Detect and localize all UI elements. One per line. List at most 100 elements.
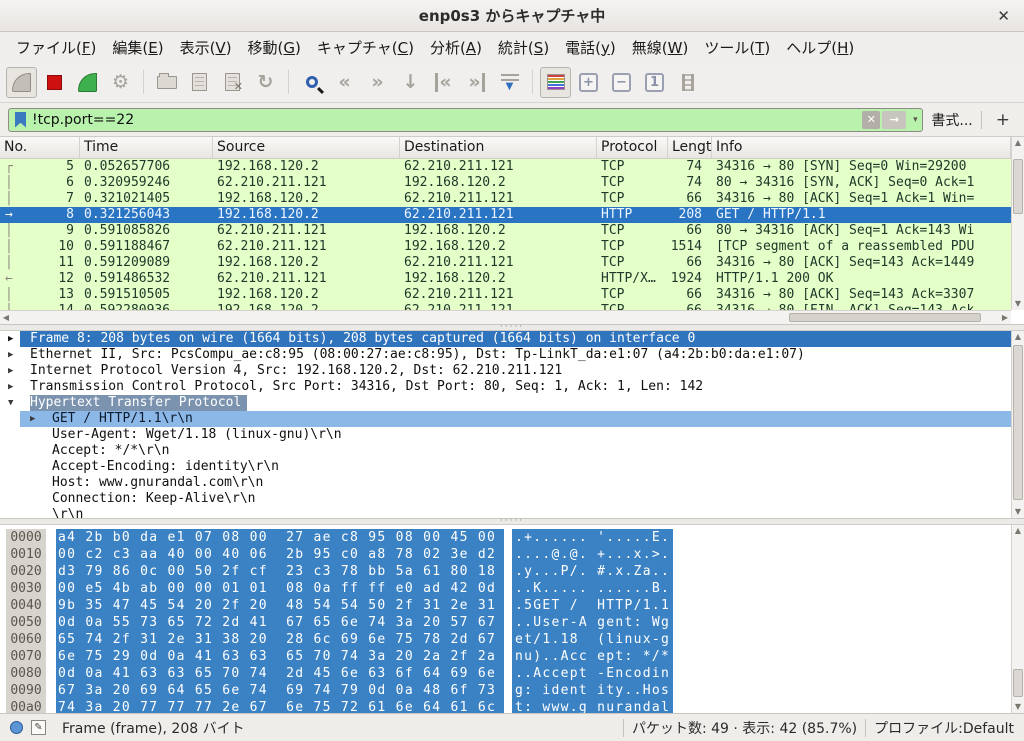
expression-button[interactable]: 書式... xyxy=(931,110,972,130)
scrollbar-thumb[interactable] xyxy=(789,313,981,322)
scroll-left-icon[interactable]: ◀ xyxy=(0,312,12,324)
detail-line[interactable]: Connection: Keep-Alive\r\n xyxy=(0,491,1011,507)
collapsed-arrow-icon[interactable]: ▶ xyxy=(8,331,13,347)
hex-row[interactable]: 009067 3a 20 69 64 65 6e 74 69 74 79 0d … xyxy=(0,682,1011,699)
menu-telephony[interactable]: 電話(y) xyxy=(557,34,624,61)
detail-line[interactable]: ▶Internet Protocol Version 4, Src: 192.1… xyxy=(0,363,1011,379)
hex-row[interactable]: 00800d 0a 41 63 63 65 70 74 2d 45 6e 63 … xyxy=(0,665,1011,682)
capture-comment-icon[interactable]: ✎ xyxy=(31,720,46,735)
find-packet-button[interactable] xyxy=(296,67,327,98)
hex-row[interactable]: 00a074 3a 20 77 77 77 2e 67 6e 75 72 61 … xyxy=(0,699,1011,713)
scroll-down-icon[interactable]: ▼ xyxy=(1012,701,1024,713)
go-to-packet-button[interactable]: ↓ xyxy=(395,67,426,98)
scrollbar-thumb[interactable] xyxy=(1013,345,1023,500)
packet-row[interactable]: 13│0.591510505192.168.120.262.210.211.12… xyxy=(0,287,1011,303)
scroll-down-icon[interactable]: ▼ xyxy=(1012,298,1024,310)
auto-scroll-button[interactable]: ▼ xyxy=(494,67,525,98)
menu-view[interactable]: 表示(V) xyxy=(172,34,240,61)
hex-row[interactable]: 0020d3 79 86 0c 00 50 2f cf 23 c3 78 bb … xyxy=(0,563,1011,580)
details-vertical-scrollbar[interactable]: ▲ ▼ xyxy=(1011,331,1024,518)
menu-go[interactable]: 移動(G) xyxy=(240,34,309,61)
collapsed-arrow-icon[interactable]: ▶ xyxy=(30,411,35,427)
column-header-source[interactable]: Source xyxy=(213,137,400,158)
start-capture-button[interactable] xyxy=(6,67,37,98)
scroll-up-icon[interactable]: ▲ xyxy=(1012,525,1024,537)
zoom-in-button[interactable]: + xyxy=(573,67,604,98)
menu-help[interactable]: ヘルプ(H) xyxy=(778,34,862,61)
detail-line[interactable]: Host: www.gnurandal.com\r\n xyxy=(0,475,1011,491)
menu-tools[interactable]: ツール(T) xyxy=(696,34,778,61)
restart-capture-button[interactable] xyxy=(72,67,103,98)
hex-row[interactable]: 00409b 35 47 45 54 20 2f 20 48 54 54 50 … xyxy=(0,597,1011,614)
column-header-destination[interactable]: Destination xyxy=(400,137,597,158)
packet-row[interactable]: 12←0.59148653262.210.211.121192.168.120.… xyxy=(0,271,1011,287)
collapsed-arrow-icon[interactable]: ▶ xyxy=(8,347,13,363)
detail-line[interactable]: ▶GET / HTTP/1.1\r\n xyxy=(0,411,1011,427)
zoom-100-button[interactable]: 1 xyxy=(639,67,670,98)
resize-columns-button[interactable] xyxy=(672,67,703,98)
scroll-up-icon[interactable]: ▲ xyxy=(1012,331,1024,343)
menu-capture[interactable]: キャプチャ(C) xyxy=(309,34,422,61)
column-header-info[interactable]: Info xyxy=(712,137,1011,158)
zoom-out-button[interactable]: − xyxy=(606,67,637,98)
stop-capture-button[interactable] xyxy=(39,67,70,98)
menu-analyze[interactable]: 分析(A) xyxy=(422,34,490,61)
close-window-icon[interactable]: ✕ xyxy=(997,7,1010,25)
menu-statistics[interactable]: 統計(S) xyxy=(490,34,557,61)
close-file-button[interactable]: ✕ xyxy=(217,67,248,98)
colorize-button[interactable] xyxy=(540,67,571,98)
hex-row[interactable]: 006065 74 2f 31 2e 31 38 20 28 6c 69 6e … xyxy=(0,631,1011,648)
detail-line[interactable]: ▼Hypertext Transfer Protocol xyxy=(0,395,1011,411)
packet-row[interactable]: 9│0.59108582662.210.211.121192.168.120.2… xyxy=(0,223,1011,239)
packet-list-horizontal-scrollbar[interactable]: ◀ ▶ xyxy=(0,310,1011,324)
hex-row[interactable]: 001000 c2 c3 aa 40 00 40 06 2b 95 c0 a8 … xyxy=(0,546,1011,563)
go-back-button[interactable]: « xyxy=(329,67,360,98)
detail-line[interactable]: ▶Ethernet II, Src: PcsCompu_ae:c8:95 (08… xyxy=(0,347,1011,363)
profile-status[interactable]: プロファイル:Default xyxy=(874,718,1014,738)
go-forward-button[interactable]: » xyxy=(362,67,393,98)
detail-line[interactable]: User-Agent: Wget/1.18 (linux-gnu)\r\n xyxy=(0,427,1011,443)
column-header-time[interactable]: Time xyxy=(80,137,213,158)
hex-row[interactable]: 00500d 0a 55 73 65 72 2d 41 67 65 6e 74 … xyxy=(0,614,1011,631)
detail-line[interactable]: Accept-Encoding: identity\r\n xyxy=(0,459,1011,475)
packet-row[interactable]: 6│0.32095924662.210.211.121192.168.120.2… xyxy=(0,175,1011,191)
add-filter-button[interactable]: + xyxy=(990,110,1016,130)
bytes-vertical-scrollbar[interactable]: ▲ ▼ xyxy=(1011,525,1024,713)
scroll-up-icon[interactable]: ▲ xyxy=(1012,137,1024,149)
filter-apply-icon[interactable]: → xyxy=(882,111,906,129)
column-header-no[interactable]: No. xyxy=(0,137,80,158)
packet-row[interactable]: 7│0.321021405192.168.120.262.210.211.121… xyxy=(0,191,1011,207)
column-header-length[interactable]: Length xyxy=(668,137,712,158)
display-filter-input[interactable] xyxy=(32,112,862,128)
hex-row[interactable]: 003000 e5 4b ab 00 00 01 01 08 0a ff ff … xyxy=(0,580,1011,597)
scrollbar-thumb[interactable] xyxy=(1013,159,1023,214)
packet-row[interactable]: 10│0.59118846762.210.211.121192.168.120.… xyxy=(0,239,1011,255)
packet-list-vertical-scrollbar[interactable]: ▲ ▼ xyxy=(1011,137,1024,310)
bookmark-icon[interactable] xyxy=(15,112,26,128)
collapsed-arrow-icon[interactable]: ▶ xyxy=(8,363,13,379)
column-header-protocol[interactable]: Protocol xyxy=(597,137,668,158)
packet-row[interactable]: 11│0.591209089192.168.120.262.210.211.12… xyxy=(0,255,1011,271)
packet-row[interactable]: 8→0.321256043192.168.120.262.210.211.121… xyxy=(0,207,1011,223)
expert-info-icon[interactable] xyxy=(10,721,23,734)
display-filter-field[interactable]: ✕ → ▾ xyxy=(8,108,923,132)
scroll-right-icon[interactable]: ▶ xyxy=(999,312,1011,324)
packet-row[interactable]: 5┌0.052657706192.168.120.262.210.211.121… xyxy=(0,159,1011,175)
capture-options-button[interactable]: ⚙ xyxy=(105,67,136,98)
go-last-packet-button[interactable]: » xyxy=(461,67,492,98)
reload-button[interactable]: ↻ xyxy=(250,67,281,98)
menu-file[interactable]: ファイル(F) xyxy=(8,34,104,61)
filter-dropdown-icon[interactable]: ▾ xyxy=(908,115,922,125)
go-first-packet-button[interactable]: « xyxy=(428,67,459,98)
save-file-button[interactable] xyxy=(184,67,215,98)
detail-line[interactable]: ▶Frame 8: 208 bytes on wire (1664 bits),… xyxy=(0,331,1011,347)
hex-row[interactable]: 00706e 75 29 0d 0a 41 63 63 65 70 74 3a … xyxy=(0,648,1011,665)
hex-row[interactable]: 0000a4 2b b0 da e1 07 08 00 27 ae c8 95 … xyxy=(0,529,1011,546)
expanded-arrow-icon[interactable]: ▼ xyxy=(8,395,13,411)
collapsed-arrow-icon[interactable]: ▶ xyxy=(8,379,13,395)
scroll-down-icon[interactable]: ▼ xyxy=(1012,506,1024,518)
open-file-button[interactable] xyxy=(151,67,182,98)
detail-line[interactable]: Accept: */*\r\n xyxy=(0,443,1011,459)
scrollbar-thumb[interactable] xyxy=(1013,669,1023,697)
detail-line[interactable]: \r\n xyxy=(0,507,1011,519)
